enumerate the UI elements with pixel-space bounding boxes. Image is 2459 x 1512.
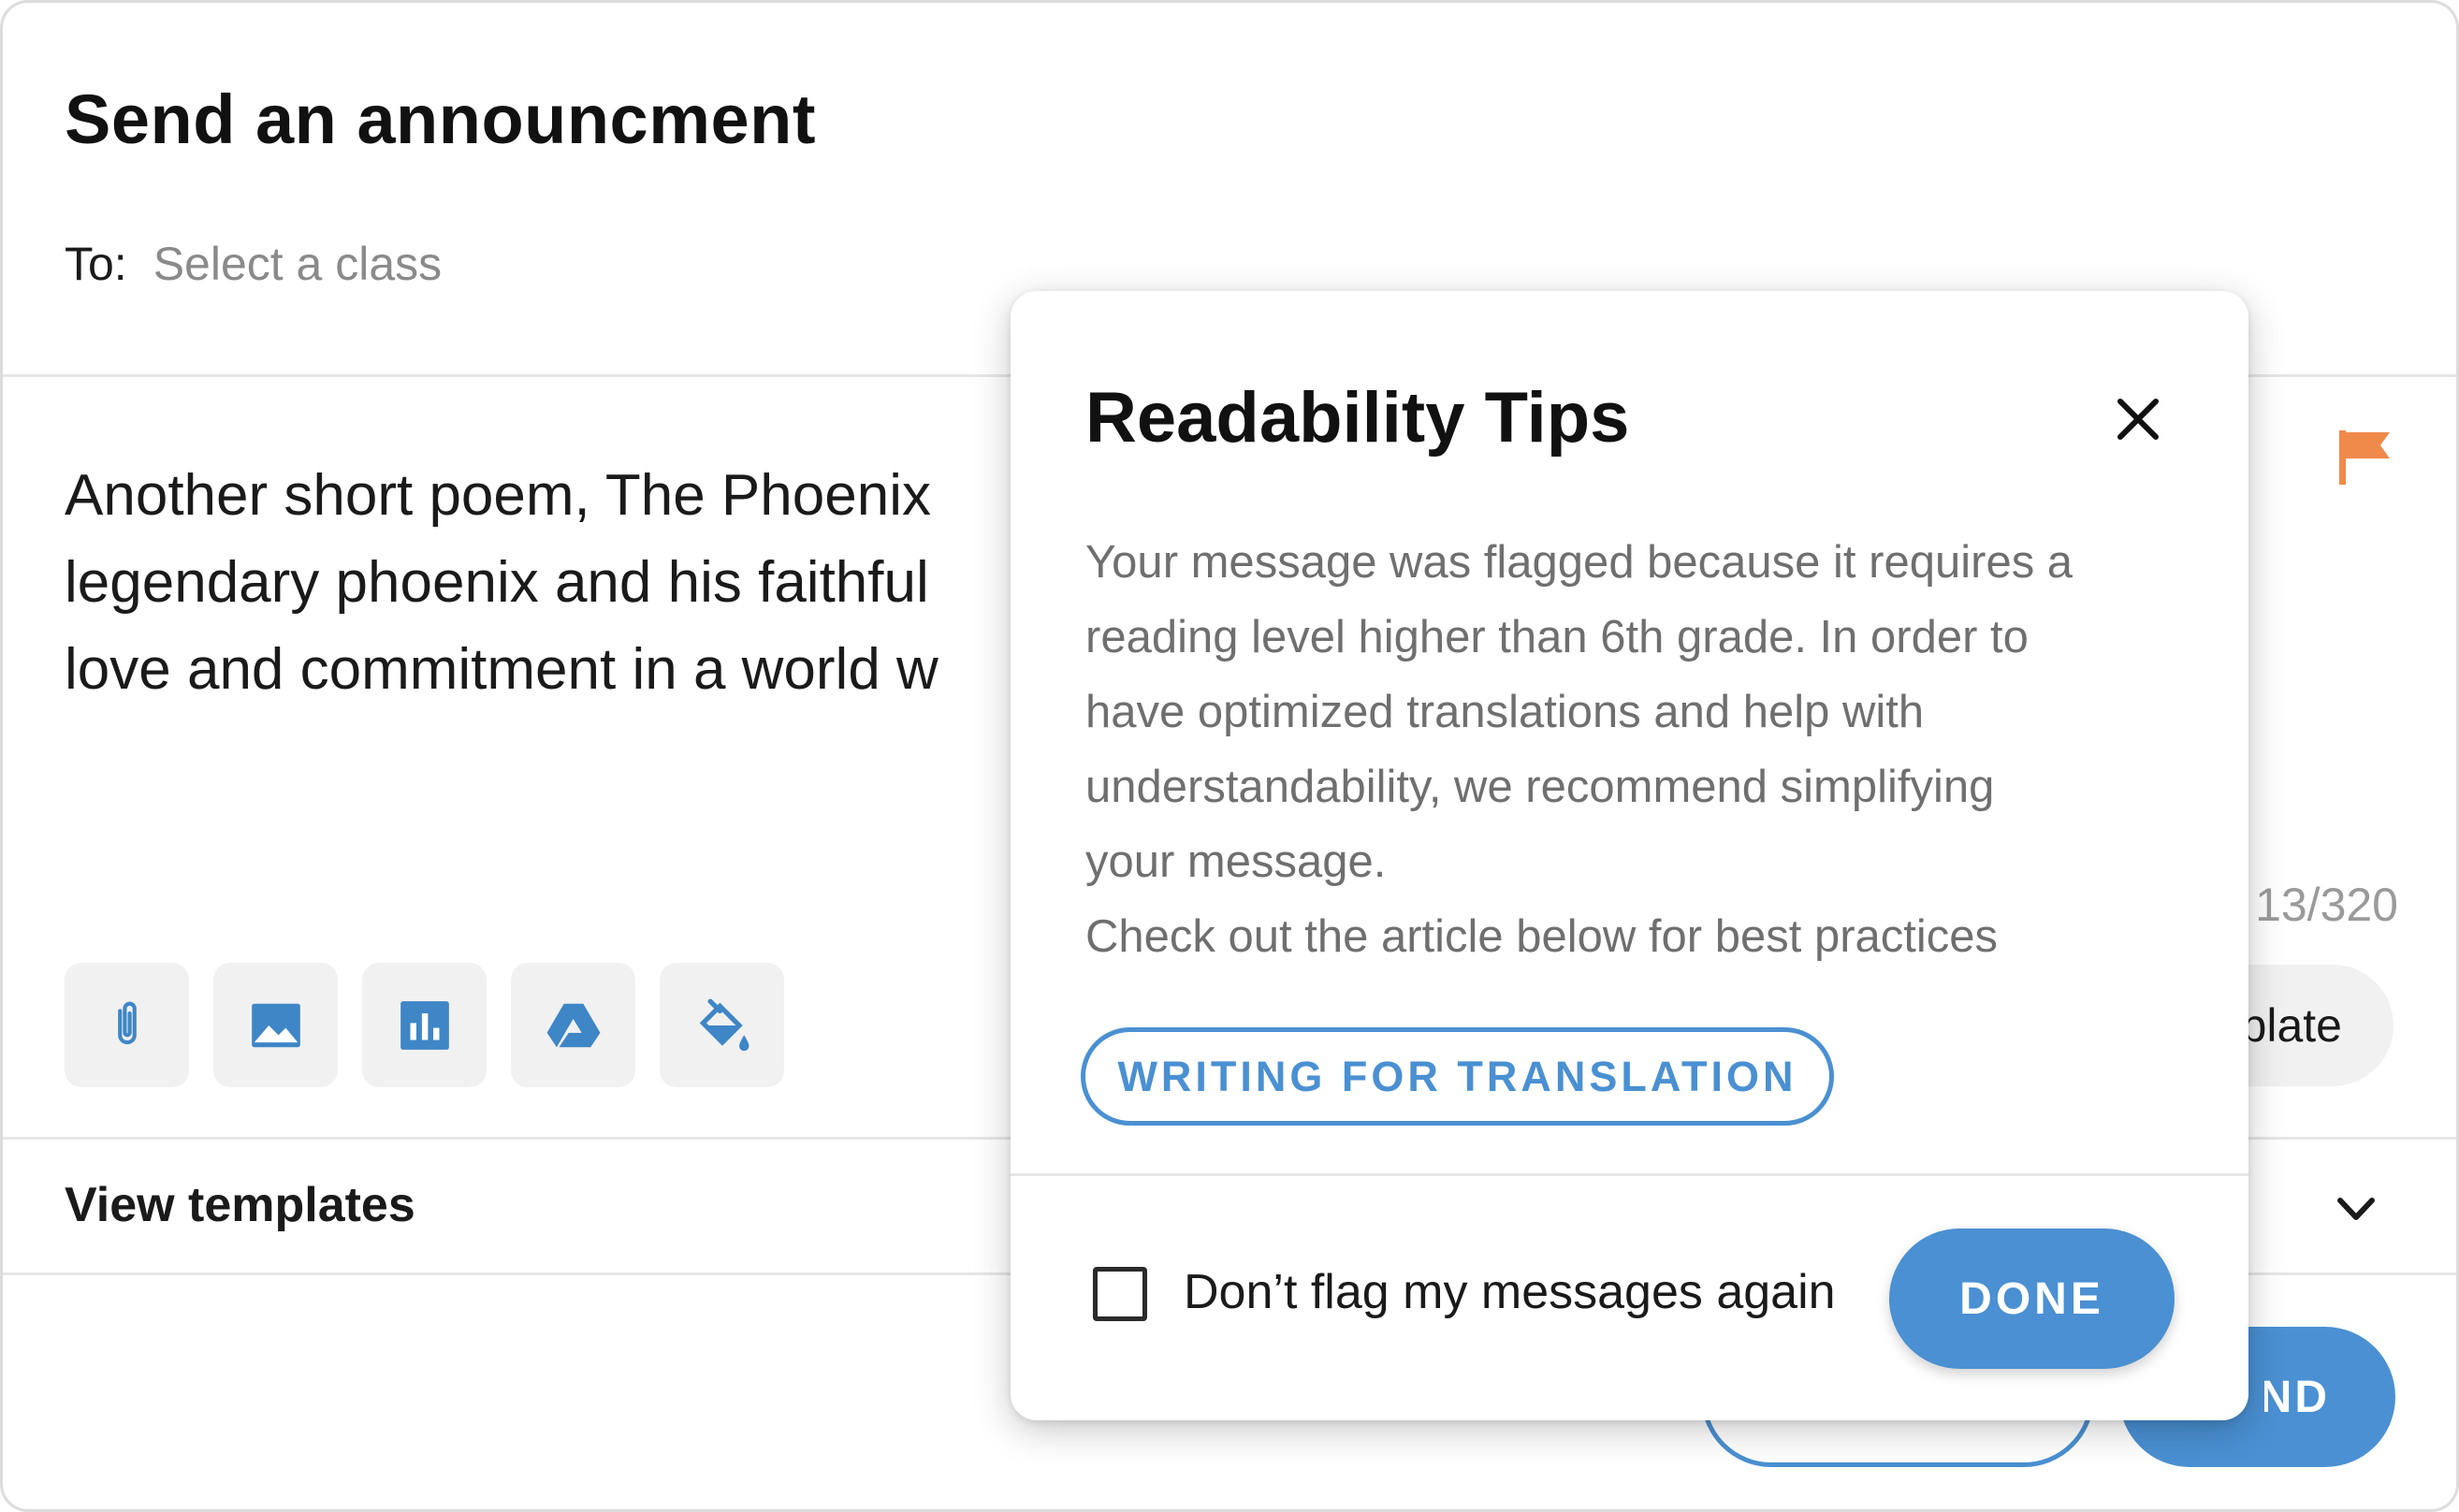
dialog-text-line: Your message was flagged because it requ…	[1085, 537, 2073, 588]
dialog-text-line: have optimized translations and help wit…	[1085, 687, 1925, 737]
dont-flag-checkbox[interactable]	[1093, 1267, 1147, 1321]
done-button[interactable]: DONE	[1889, 1228, 2175, 1369]
image-icon	[251, 1003, 300, 1047]
drive-icon	[546, 1003, 600, 1047]
writing-for-translation-button[interactable]: WRITING FOR TRANSLATION	[1081, 1027, 1834, 1126]
dialog-title: Readability Tips	[1085, 378, 1630, 458]
add-image-button[interactable]	[213, 963, 338, 1087]
flag-icon[interactable]	[2337, 429, 2392, 487]
to-label: To:	[65, 238, 127, 290]
dialog-message: Your message was flagged because it requ…	[1085, 525, 2171, 974]
chart-icon	[400, 1000, 449, 1050]
google-drive-button[interactable]	[511, 963, 635, 1087]
message-line: Another short poem, The Phoenix	[65, 463, 931, 528]
recipient-row[interactable]: To: Select a class	[65, 237, 442, 291]
dialog-text-line: understandability, we recommend simplify…	[1085, 762, 1995, 812]
add-chart-button[interactable]	[362, 963, 487, 1087]
attach-file-button[interactable]	[65, 963, 189, 1087]
dont-flag-label[interactable]: Don’t flag my messages again	[1184, 1264, 1836, 1320]
readability-tips-dialog: Readability Tips Your message was flagge…	[1011, 291, 2248, 1420]
dialog-text-line: reading level higher than 6th grade. In …	[1085, 612, 2029, 662]
save-template-label: plate	[2240, 999, 2342, 1052]
page-title: Send an announcment	[65, 80, 817, 158]
message-line: legendary phoenix and his faithful	[65, 550, 929, 615]
chevron-down-icon[interactable]	[2333, 1191, 2379, 1228]
message-line: love and commitment in a world w	[65, 637, 938, 702]
class-selector[interactable]: Select a class	[153, 238, 442, 290]
dialog-divider	[1011, 1173, 2248, 1176]
close-icon[interactable]	[2115, 396, 2161, 443]
message-textarea[interactable]: Another short poem, The Phoenix legendar…	[65, 452, 1028, 713]
paperclip-icon	[117, 1001, 137, 1044]
attachment-toolbar	[65, 963, 784, 1087]
announcement-window: Send an announcment To: Select a class An…	[0, 0, 2459, 1512]
send-label: ND	[2264, 1372, 2330, 1422]
paint-bucket-icon	[699, 998, 749, 1051]
dialog-text-line: your message.	[1085, 836, 1387, 887]
dialog-text-line: Check out the article below for best pra…	[1085, 911, 1999, 962]
background-color-button[interactable]	[660, 963, 784, 1087]
view-templates-toggle[interactable]: View templates	[65, 1177, 415, 1233]
character-counter: 13/320	[2255, 879, 2398, 931]
